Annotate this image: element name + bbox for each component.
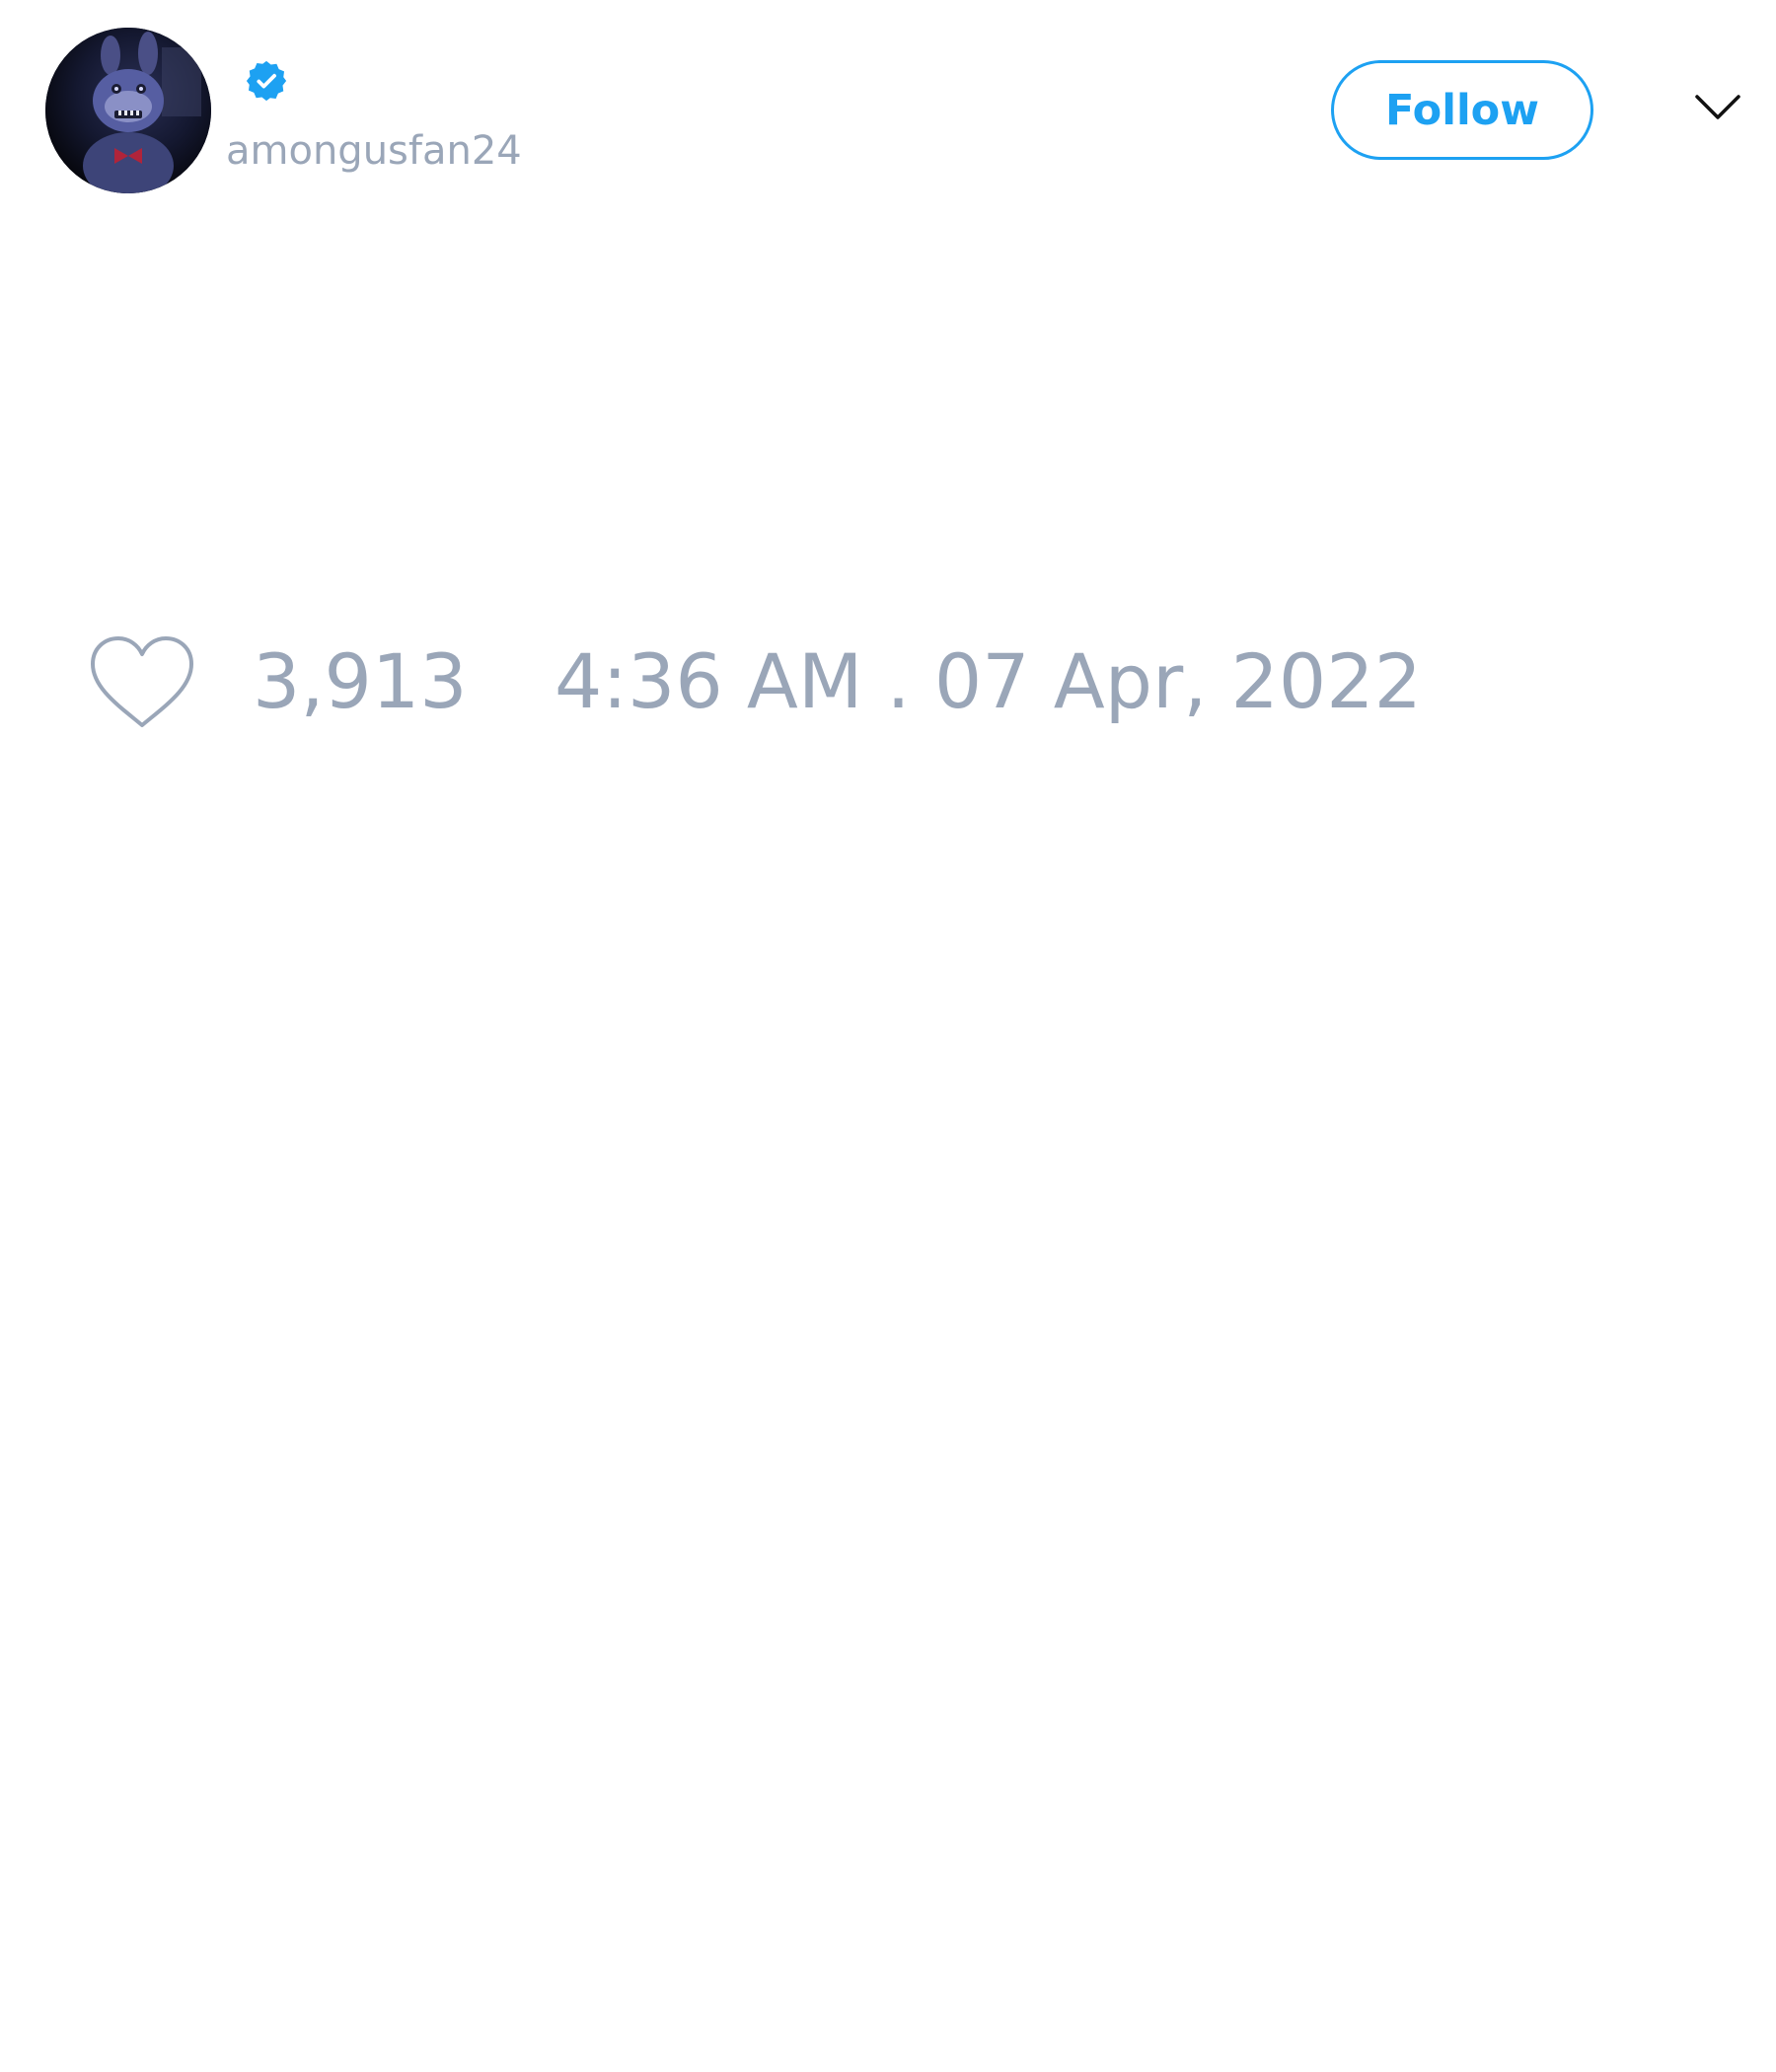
like-count: 3,913: [253, 637, 468, 725]
author-handle[interactable]: amongusfan24: [226, 126, 522, 176]
verified-badge-icon: [246, 60, 287, 102]
follow-button[interactable]: Follow: [1331, 60, 1593, 160]
tweet-timestamp[interactable]: 4:36 AM . 07 Apr, 2022: [555, 636, 1422, 727]
author-avatar[interactable]: [45, 28, 211, 193]
animatronic-avatar-image: [45, 28, 211, 193]
chevron-down-icon[interactable]: [1693, 91, 1742, 124]
heart-outline-icon[interactable]: [89, 634, 195, 731]
